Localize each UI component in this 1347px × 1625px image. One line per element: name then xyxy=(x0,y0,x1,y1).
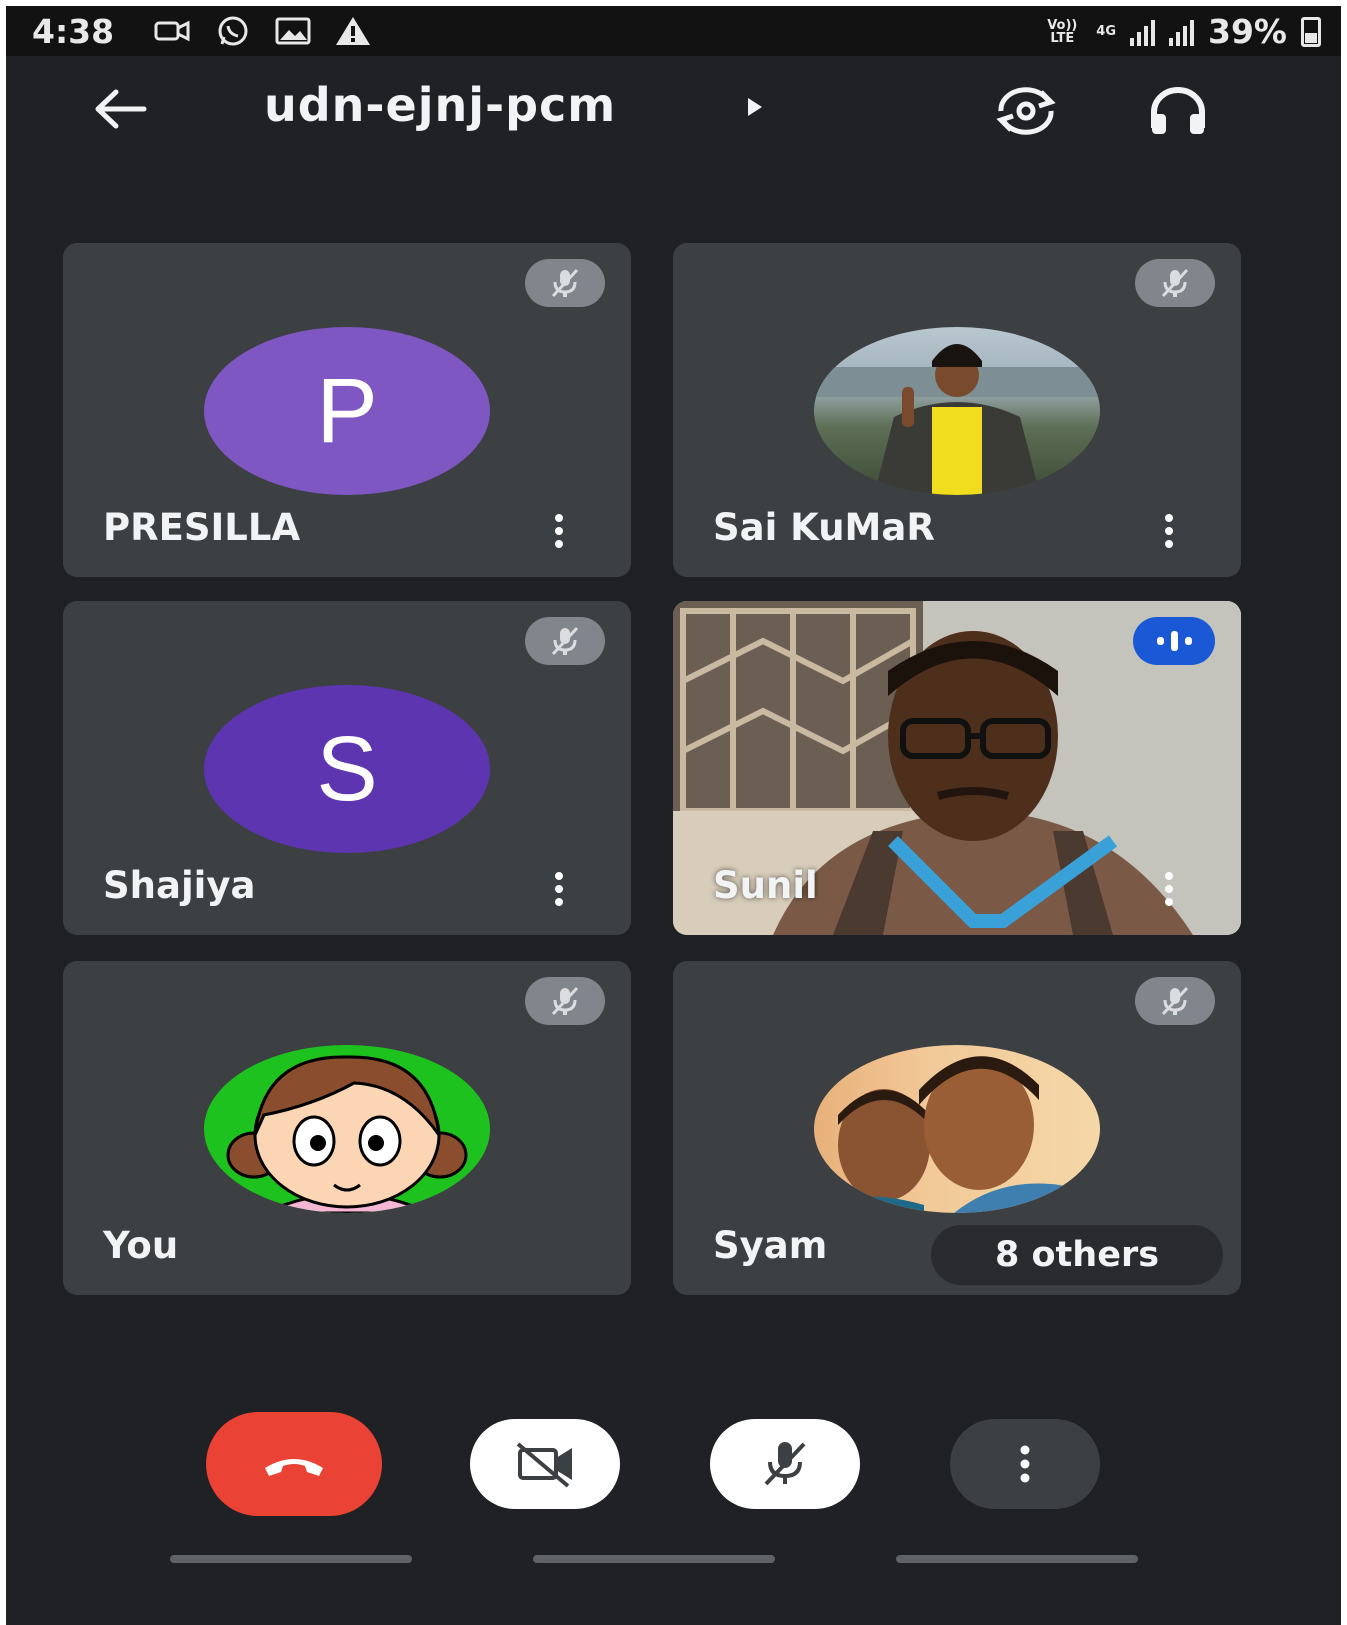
notification-icons xyxy=(154,14,372,48)
videocam-off-icon xyxy=(516,1442,572,1488)
mic-off-icon xyxy=(764,1442,806,1486)
muted-badge xyxy=(525,259,605,307)
more-vert-icon xyxy=(1020,1445,1030,1483)
nav-hint-left[interactable] xyxy=(170,1555,412,1563)
self-tile[interactable]: You xyxy=(63,961,631,1295)
cartoon-girl-image xyxy=(226,1055,468,1213)
volte-indicator: Vo)) LTE xyxy=(1047,17,1078,46)
mic-off-icon xyxy=(551,986,579,1016)
call-header: udn-ejnj-pcm xyxy=(6,56,1341,166)
mic-off-icon xyxy=(551,626,579,656)
muted-badge xyxy=(525,977,605,1025)
group-photo xyxy=(814,1056,1100,1213)
nav-hint-right[interactable] xyxy=(896,1555,1138,1563)
participant-name: Sunil xyxy=(713,864,818,907)
camera-toggle-button[interactable] xyxy=(470,1419,620,1509)
signal-icon xyxy=(1130,18,1155,46)
participant-name: Sai KuMaR xyxy=(713,506,935,549)
more-options-button[interactable] xyxy=(950,1419,1100,1509)
mic-toggle-button[interactable] xyxy=(710,1419,860,1509)
more-vert-icon[interactable] xyxy=(551,871,567,907)
mic-off-icon xyxy=(1161,986,1189,1016)
participant-tile[interactable]: P PRESILLA xyxy=(63,243,631,577)
avatar-cartoon xyxy=(204,1045,490,1213)
meet-call-screen: 4:38 Vo)) LTE 4G 39% udn-ejnj-pcm P PRES… xyxy=(6,6,1341,1625)
whatsapp-icon xyxy=(218,16,248,46)
gallery-icon xyxy=(275,17,311,45)
avatar-photo xyxy=(814,1045,1100,1213)
avatar: P xyxy=(204,327,490,495)
caret-right-icon[interactable] xyxy=(744,96,766,118)
participant-tile[interactable]: Sai KuMaR xyxy=(673,243,1241,577)
mic-off-icon xyxy=(1161,268,1189,298)
battery-percent: 39% xyxy=(1208,12,1287,51)
more-vert-icon[interactable] xyxy=(1161,871,1177,907)
participant-tile[interactable]: Syam 8 others xyxy=(673,961,1241,1295)
muted-badge xyxy=(1135,977,1215,1025)
network-type: 4G xyxy=(1096,24,1116,39)
participant-video-tile[interactable]: Sunil xyxy=(673,601,1241,935)
muted-badge xyxy=(525,617,605,665)
meeting-code[interactable]: udn-ejnj-pcm xyxy=(264,78,616,132)
person-photo xyxy=(814,344,1100,495)
muted-badge xyxy=(1135,259,1215,307)
signal-icon-2 xyxy=(1169,18,1194,46)
status-right: Vo)) LTE 4G 39% xyxy=(1042,12,1321,51)
avatar-photo xyxy=(814,327,1100,495)
more-vert-icon[interactable] xyxy=(551,513,567,549)
avatar-letter: S xyxy=(316,717,378,820)
call-end-icon xyxy=(265,1459,323,1476)
others-count-chip[interactable]: 8 others xyxy=(931,1225,1223,1285)
participant-name: You xyxy=(103,1224,179,1267)
participant-name: Shajiya xyxy=(103,864,256,907)
more-vert-icon[interactable] xyxy=(1161,513,1177,549)
status-bar: 4:38 Vo)) LTE 4G 39% xyxy=(6,6,1341,56)
switch-camera-icon[interactable] xyxy=(991,84,1061,138)
participant-name: PRESILLA xyxy=(103,506,301,549)
participant-tile[interactable]: S Shajiya xyxy=(63,601,631,935)
back-arrow-icon[interactable] xyxy=(90,84,150,134)
video-notification-icon xyxy=(154,20,190,42)
end-call-button[interactable] xyxy=(206,1412,382,1516)
avatar-letter: P xyxy=(316,359,378,462)
participant-name: Syam xyxy=(713,1224,828,1267)
headphones-icon[interactable] xyxy=(1146,84,1210,138)
status-time: 4:38 xyxy=(32,12,115,51)
speaking-indicator xyxy=(1133,617,1215,665)
mic-off-icon xyxy=(551,268,579,298)
avatar: S xyxy=(204,685,490,853)
warning-icon xyxy=(336,17,370,45)
nav-hint-center[interactable] xyxy=(533,1555,775,1563)
battery-icon xyxy=(1301,16,1321,47)
